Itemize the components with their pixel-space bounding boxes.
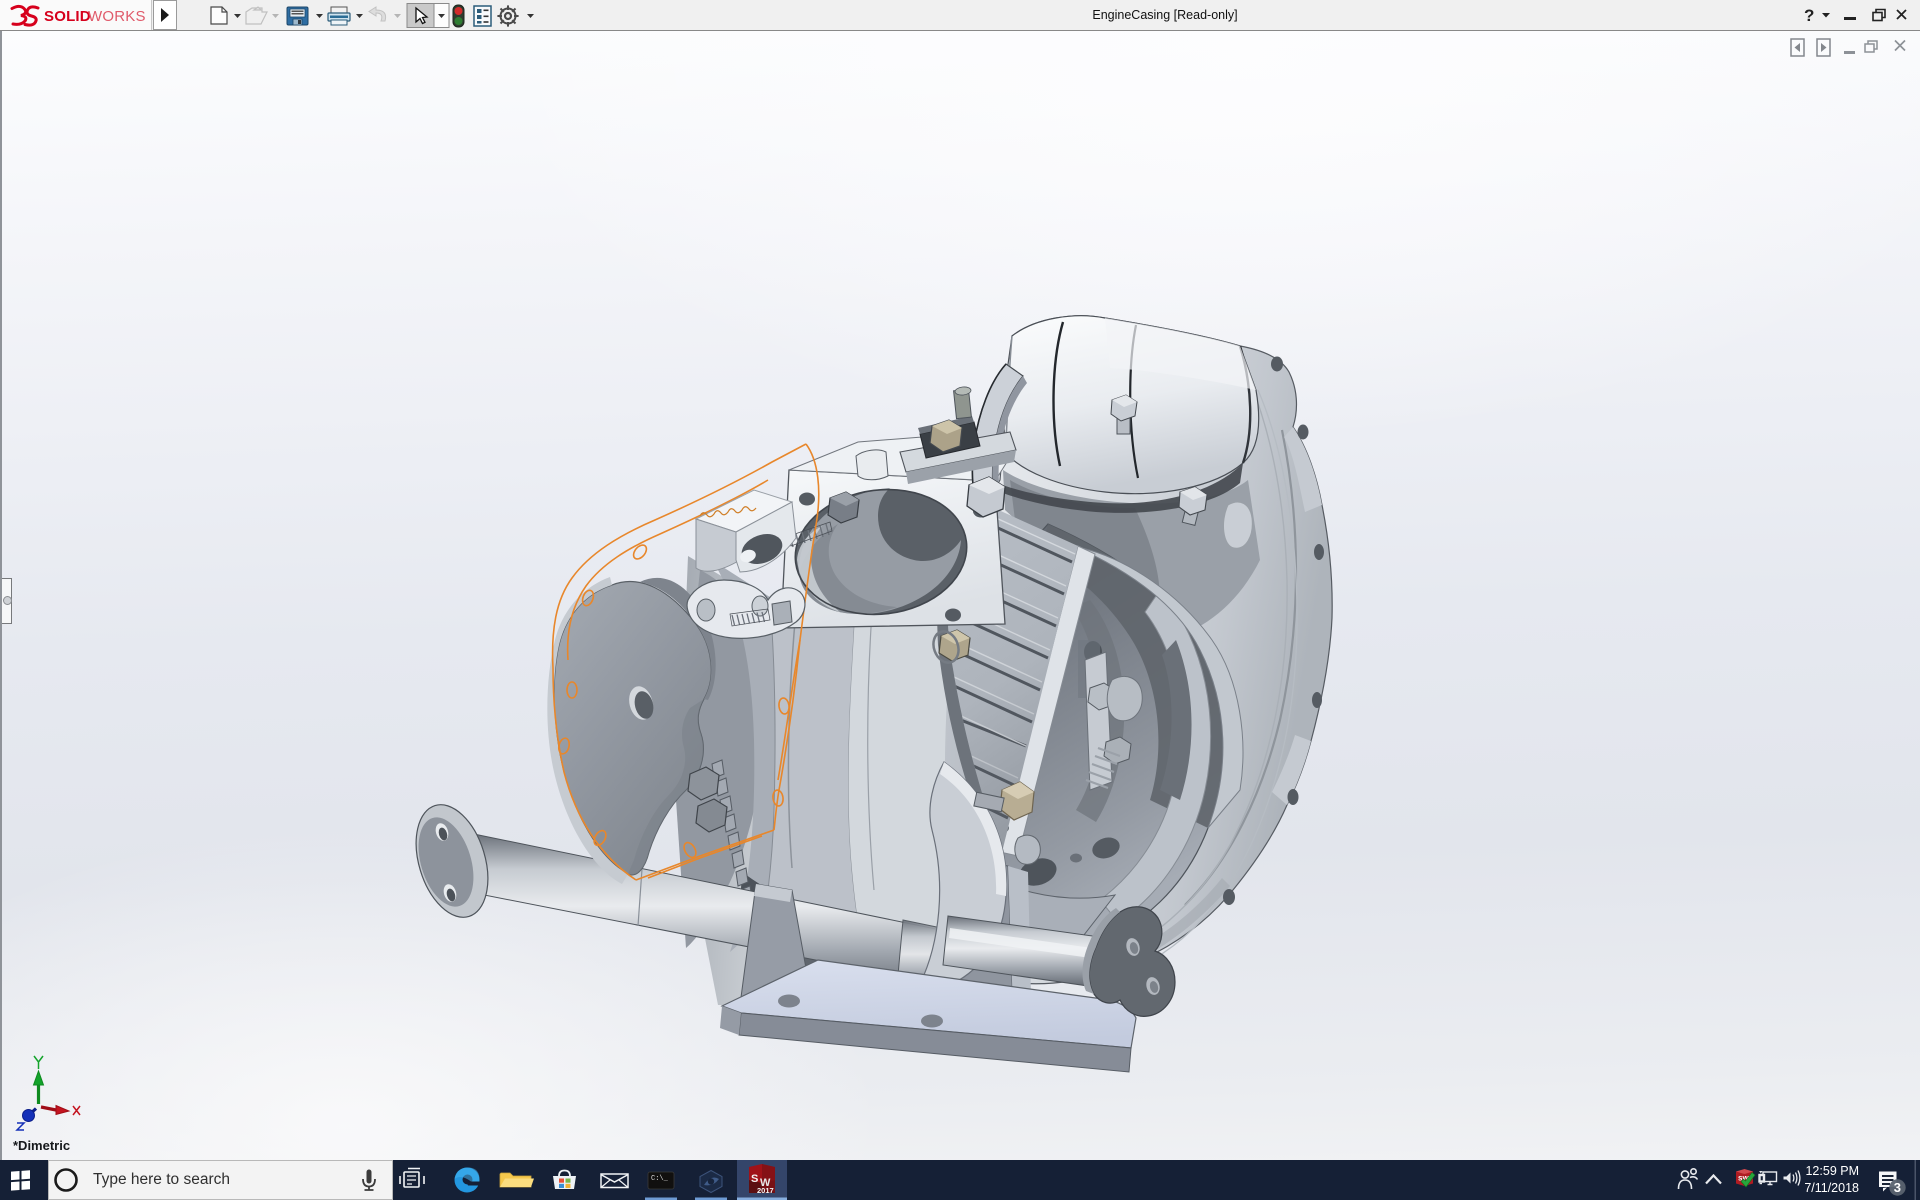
svg-text:SOLID: SOLID — [44, 8, 91, 25]
svg-text:S: S — [751, 1173, 758, 1185]
svg-text:?: ? — [1804, 6, 1814, 25]
svg-text:2017: 2017 — [757, 1186, 774, 1195]
svg-text:C:\_: C:\_ — [651, 1175, 669, 1183]
svg-text:3: 3 — [1894, 1180, 1901, 1195]
svg-text:WORKS: WORKS — [88, 8, 146, 25]
